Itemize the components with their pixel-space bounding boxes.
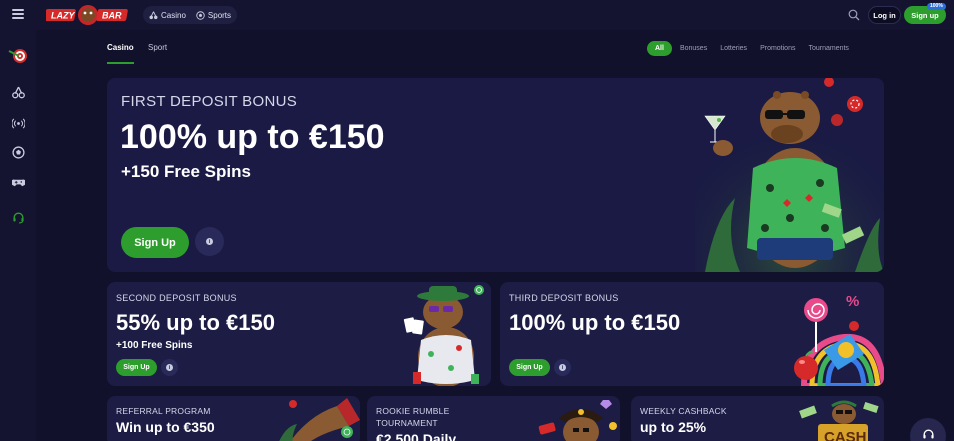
second-deposit-bonus-card[interactable]: SECOND DEPOSIT BONUS 55% up to €150 +100… [107,282,491,386]
soccer-ball-icon [11,145,25,159]
card-title: SECOND DEPOSIT BONUS [116,293,237,303]
cherries-icon [11,86,25,98]
headset-icon [922,429,934,439]
pirate-capybara-illustration [538,400,617,441]
info-button[interactable]: i [554,359,571,376]
card-offer: up to 25% [640,419,707,435]
nav-sports-label: Sports [207,10,232,20]
svg-text:%: % [846,293,859,310]
product-switcher: Casino Sports [143,6,238,24]
tab-casino[interactable]: Casino [107,43,134,52]
search-icon[interactable] [848,9,860,21]
info-button[interactable]: i [195,227,224,256]
logo-text-lazy: LAZY [51,11,75,21]
card-offer: 100% up to €150 [120,118,385,156]
sidebar-item-promotions[interactable] [7,46,29,66]
active-tab-indicator [107,62,134,64]
nav-casino[interactable]: Casino [149,11,186,20]
info-icon: i [559,364,566,371]
sign-up-button[interactable]: Sign Up [509,359,550,376]
rookie-rumble-tournament-card[interactable]: ROOKIE RUMBLE TOURNAMENT €2,500 Daily [367,396,620,441]
card-suboffer: +100 Free Spins [116,340,193,351]
lazybar-logo[interactable]: LAZY BAR [46,4,130,26]
cash-sign-text: CASH [824,429,867,441]
horn-illustration [279,398,360,441]
card-offer: 100% up to €150 [509,310,681,335]
signup-bonus-badge: 100% [927,3,946,10]
card-suboffer: +150 Free Spins [121,162,251,181]
nav-casino-label: Casino [161,10,186,20]
card-offer: 55% up to €150 [116,310,275,335]
sidebar-item-live[interactable] [10,115,26,131]
promo-filters: All Bonuses Lotteries Promotions Tournam… [647,41,849,56]
card-title-line1: ROOKIE RUMBLE [376,406,450,416]
sign-up-button[interactable]: Sign Up [116,359,157,376]
sidebar-item-support[interactable] [10,209,26,225]
tab-sport[interactable]: Sport [148,43,167,52]
filter-all[interactable]: All [647,41,672,56]
sign-up-button[interactable]: Sign Up [121,227,189,258]
menu-icon[interactable] [12,9,24,19]
card-title: THIRD DEPOSIT BONUS [509,293,619,303]
nav-sports[interactable]: Sports [196,11,231,20]
referral-program-card[interactable]: REFERRAL PROGRAM Win up to €350 [107,396,360,441]
card-offer: €2,500 Daily [376,431,457,441]
headset-icon [12,211,24,223]
logo-text-bar: BAR [102,11,122,21]
gamepad-icon [11,179,25,186]
candy-fruit-illustration: % [794,293,884,386]
filter-promotions[interactable]: Promotions [760,45,795,52]
cherries-icon [149,11,158,19]
card-title: FIRST DEPOSIT BONUS [121,93,298,110]
top-header: LAZY BAR Casino Sports Log in Sign up 10… [0,0,954,30]
capybara-illustration [695,78,884,272]
soccer-ball-icon [196,10,205,20]
card-title: REFERRAL PROGRAM [116,406,211,416]
info-icon: i [206,238,213,245]
filter-bonuses[interactable]: Bonuses [680,45,707,52]
card-title: WEEKLY CASHBACK [640,406,727,416]
info-icon: i [166,364,173,371]
cash-capybara-illustration: CASH [799,400,879,441]
card-offer: Win up to €350 [116,419,215,435]
filter-lotteries[interactable]: Lotteries [720,45,747,52]
info-button[interactable]: i [161,359,178,376]
live-broadcast-icon [11,117,25,129]
sidebar-item-sports[interactable] [10,144,26,160]
first-deposit-bonus-card[interactable]: FIRST DEPOSIT BONUS 100% up to €150 +150… [107,78,884,272]
dartboard-icon [8,49,27,63]
weekly-cashback-card[interactable]: WEEKLY CASHBACK up to 25% CASH [631,396,884,441]
filter-tournaments[interactable]: Tournaments [808,45,848,52]
card-title-line2: TOURNAMENT [376,418,438,428]
live-support-button[interactable] [910,418,946,441]
sidebar-item-casino[interactable] [10,84,26,100]
left-sidebar [0,30,36,441]
login-button[interactable]: Log in [868,6,901,24]
third-deposit-bonus-card[interactable]: THIRD DEPOSIT BONUS 100% up to €150 Sign… [500,282,884,386]
sidebar-item-games[interactable] [10,174,26,190]
capybara-poker-illustration [403,285,484,386]
